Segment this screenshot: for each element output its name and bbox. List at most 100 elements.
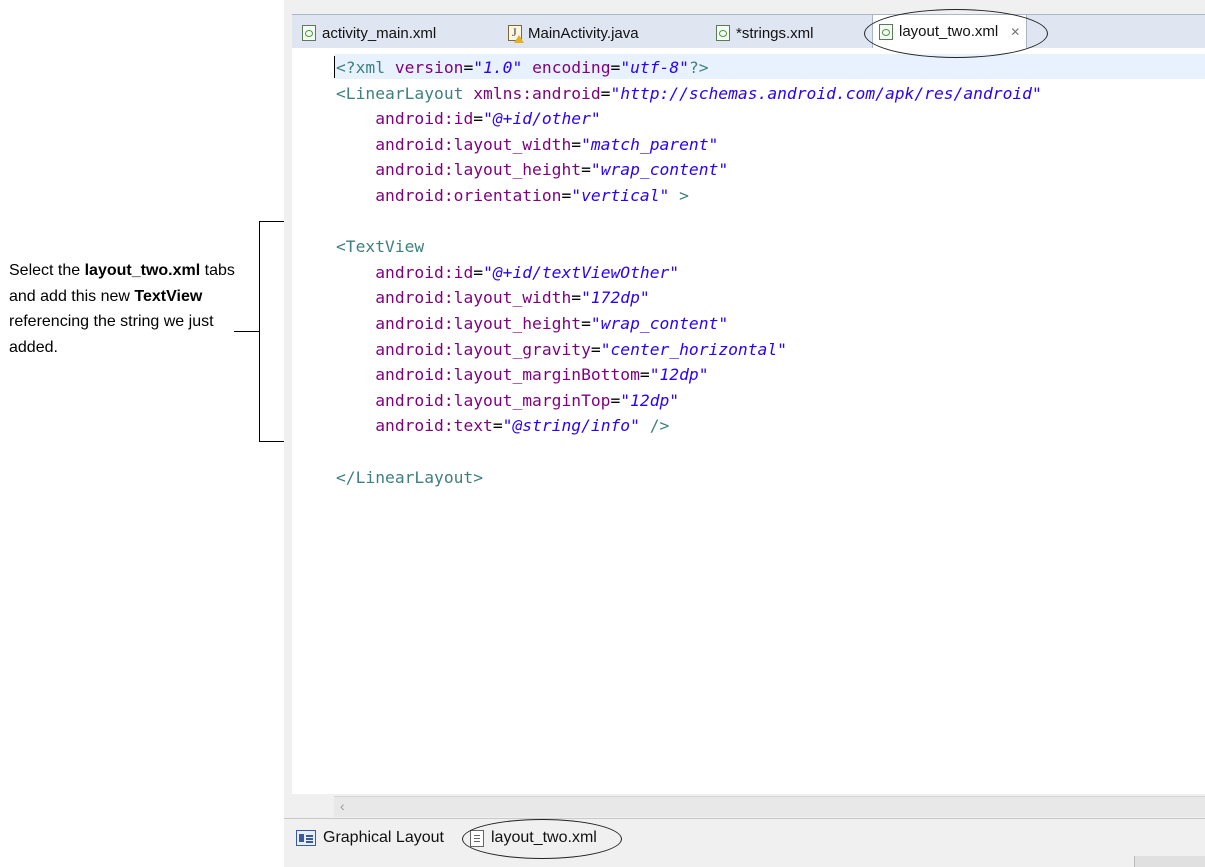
code-token: "@string/info" <box>502 416 640 436</box>
editor-window: activity_main.xml MainActivity.java *str… <box>284 0 1205 867</box>
editor-mode-tabs: Graphical Layout layout_two.xml <box>284 818 1205 859</box>
code-line: android:text="@string/info" /> <box>336 416 669 435</box>
code-token: android:id <box>375 109 474 129</box>
code-token: "12dp" <box>649 365 709 385</box>
tab-label: layout_two.xml <box>491 829 597 846</box>
code-token: = <box>590 339 601 359</box>
code-token: android:layout_gravity <box>375 339 591 359</box>
code-token: android:layout_width <box>375 134 572 154</box>
code-line: android:layout_marginBottom="12dp" <box>336 365 709 385</box>
tab-xml-source[interactable]: layout_two.xml <box>470 825 597 851</box>
code-token: "vertical" <box>571 185 670 205</box>
annotation-pointer-line <box>234 331 259 332</box>
code-token: android:layout_height <box>375 313 582 333</box>
code-line: </LinearLayout> <box>336 468 483 487</box>
code-token: </LinearLayout> <box>336 467 484 487</box>
tab-activity-main[interactable]: activity_main.xml <box>302 19 436 47</box>
code-token: = <box>571 288 582 308</box>
annotation-note: Select the layout_two.xml tabs and add t… <box>9 258 259 360</box>
text-caret <box>334 56 335 78</box>
note-part-bold: layout_two.xml <box>84 262 201 279</box>
code-token: ?> <box>688 58 709 77</box>
code-token: = <box>600 83 611 103</box>
code-token: android:orientation <box>375 185 562 205</box>
code-token: android:layout_marginTop <box>375 390 611 410</box>
code-line: android:layout_marginTop="12dp" <box>336 391 679 410</box>
scroll-left-icon[interactable]: ‹ <box>340 798 345 814</box>
java-file-warning-icon <box>508 25 524 43</box>
editor-tab-bar: activity_main.xml MainActivity.java *str… <box>292 14 1205 48</box>
tab-main-activity[interactable]: MainActivity.java <box>508 19 639 47</box>
note-part: Select the <box>9 262 85 279</box>
code-token: <?xml <box>336 58 395 77</box>
tab-layout-two[interactable]: layout_two.xml ✕ <box>872 14 1028 48</box>
code-token: android:layout_width <box>375 288 572 308</box>
xml-code-editor[interactable]: <?xml version="1.0" encoding="utf-8"?> <… <box>292 48 1205 794</box>
tab-graphical-layout[interactable]: Graphical Layout <box>296 825 444 851</box>
code-token: /> <box>639 416 670 436</box>
tab-label: *strings.xml <box>736 24 814 42</box>
code-token: android:layout_height <box>375 160 582 180</box>
code-line: android:layout_width="172dp" <box>336 288 650 308</box>
code-token: = <box>463 58 474 77</box>
code-token: android:id <box>375 262 474 282</box>
code-token: = <box>581 160 591 180</box>
code-token: > <box>669 185 689 205</box>
code-token: "12dp" <box>620 390 680 410</box>
code-token: = <box>473 109 484 129</box>
code-token: "1.0" <box>473 58 523 77</box>
code-line: android:id="@+id/textViewOther" <box>336 263 679 282</box>
code-line: android:id="@+id/other" <box>336 109 601 129</box>
code-line: android:layout_gravity="center_horizonta… <box>336 340 787 359</box>
code-token: = <box>610 390 621 410</box>
close-icon[interactable]: ✕ <box>1010 25 1020 39</box>
code-line: android:layout_height="wrap_content" <box>336 160 728 179</box>
note-part-bold: TextView <box>134 287 203 305</box>
code-line: <LinearLayout xmlns:android="http://sche… <box>336 84 1042 103</box>
code-token: <TextView <box>336 237 425 257</box>
code-token: = <box>561 185 572 205</box>
tab-label: Graphical Layout <box>323 829 444 846</box>
code-token: android:layout_marginBottom <box>375 365 640 385</box>
code-text[interactable]: <?xml version="1.0" encoding="utf-8"?> <… <box>336 55 1042 490</box>
tab-label: layout_two.xml <box>899 23 999 40</box>
graphical-layout-icon <box>296 830 316 846</box>
code-token: = <box>581 313 591 333</box>
code-line: <?xml version="1.0" encoding="utf-8"?> <box>336 58 709 77</box>
code-token: "match_parent" <box>581 134 719 154</box>
code-token: = <box>639 365 650 385</box>
code-line: <TextView <box>336 237 424 256</box>
xml-file-icon <box>879 23 893 40</box>
xml-file-icon <box>716 25 730 41</box>
tab-label: MainActivity.java <box>528 24 639 42</box>
code-token: "@+id/other" <box>483 109 601 129</box>
code-token: "172dp" <box>581 288 650 308</box>
code-token: = <box>571 134 582 154</box>
code-token: version <box>394 58 464 77</box>
code-token: android:text <box>375 416 493 436</box>
code-token: "center_horizontal" <box>600 339 787 359</box>
code-token: = <box>473 262 484 282</box>
horizontal-scrollbar[interactable]: ‹ <box>334 796 1205 817</box>
note-part: referencing the string we just added. <box>9 313 214 356</box>
tab-strings[interactable]: *strings.xml <box>716 19 814 47</box>
xml-file-icon <box>302 25 316 41</box>
status-corner <box>1134 856 1205 867</box>
code-line: android:orientation="vertical" > <box>336 186 689 205</box>
code-token: xmlns:android <box>473 83 601 103</box>
code-token: "wrap_content" <box>590 160 729 180</box>
tab-label: activity_main.xml <box>322 24 437 42</box>
code-line: android:layout_width="match_parent" <box>336 135 718 154</box>
code-token: = <box>492 416 503 436</box>
xml-source-icon <box>470 829 484 847</box>
